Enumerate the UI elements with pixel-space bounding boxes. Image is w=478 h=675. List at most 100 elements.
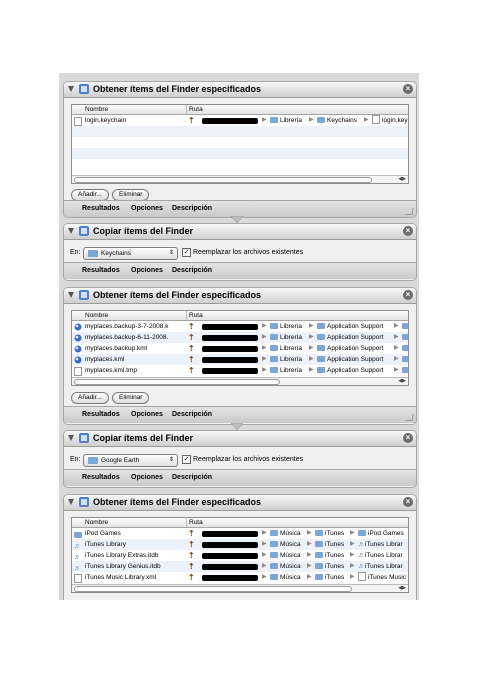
replace-checkbox[interactable]: ✓ (182, 455, 191, 464)
home-path-icon: ⇡ (188, 333, 195, 342)
action-header[interactable]: Copiar ítems del Finder × (64, 431, 416, 447)
document-icon (372, 115, 380, 124)
folder-icon (270, 367, 278, 373)
replace-checkbox[interactable]: ✓ (182, 248, 191, 257)
home-path-icon: ⇡ (188, 529, 195, 538)
destination-popup[interactable]: Keychains ⇕ (83, 247, 178, 260)
google-earth-icon (74, 345, 82, 353)
action-header[interactable]: Copiar ítems del Finder × (64, 224, 416, 240)
table-row[interactable]: myplaces.backup-6-11-2008. ⇡ ▶ Librería ▶ App… (72, 332, 408, 343)
tab-results[interactable]: Resultados (82, 266, 120, 276)
file-name: myplaces.kml.tmp (85, 367, 138, 374)
home-path-icon: ⇡ (188, 573, 195, 582)
action-tab-bar: Resultados Opciones Descripción (64, 406, 416, 423)
close-action-icon[interactable]: × (403, 290, 413, 300)
scroll-arrows-icon[interactable]: ◀▶ (398, 378, 406, 385)
finder-action-icon (79, 497, 89, 507)
action-tab-bar: Resultados Opciones Descripción (64, 200, 416, 217)
table-row[interactable]: ♬ iTunes Library ⇡ ▶ Música ▶ iTunes ▶ ♬iTunes L… (72, 539, 408, 550)
table-row[interactable]: ♬ iTunes Library Genius.itdb ⇡ ▶ Música ▶ iTun… (72, 561, 408, 572)
action-header[interactable]: Obtener ítems del Finder especificados × (64, 288, 416, 304)
action-header[interactable]: Obtener ítems del Finder especificados × (64, 82, 416, 98)
table-row[interactable]: ♬ iTunes Library Extras.itdb ⇡ ▶ Música ▶ iTun… (72, 550, 408, 561)
action-get-finder-items-1: Obtener ítems del Finder especificados ×… (63, 81, 417, 218)
horizontal-scrollbar[interactable]: ◀▶ (72, 584, 408, 592)
add-button[interactable]: Añadir... (71, 392, 109, 404)
horizontal-scrollbar[interactable]: ◀▶ (72, 175, 408, 183)
folder-icon (270, 530, 278, 536)
table-row[interactable]: myplaces.kml ⇡ ▶ Librería ▶ Application Suppo… (72, 354, 408, 365)
disclosure-triangle-icon[interactable] (68, 228, 74, 234)
scrollbar-thumb[interactable] (74, 586, 352, 592)
tab-description[interactable]: Descripción (172, 473, 212, 483)
tab-options[interactable]: Opciones (131, 204, 163, 214)
action-title: Copiar ítems del Finder (93, 226, 194, 236)
tab-results[interactable]: Resultados (82, 204, 120, 214)
remove-button[interactable]: Eliminar (112, 392, 150, 404)
column-header-path[interactable]: Ruta (186, 105, 203, 114)
files-table: Nombre Ruta login.keychain ⇡ ▶ Librería … (71, 104, 409, 184)
redacted-username (202, 531, 258, 537)
folder-icon (317, 345, 325, 351)
folder-icon (402, 323, 408, 329)
tab-options[interactable]: Opciones (131, 473, 163, 483)
file-path: ⇡ ▶ Librería ▶ Keychains ▶ login.key (188, 115, 408, 125)
file-name: myplaces.backup.kml (85, 345, 148, 352)
close-action-icon[interactable]: × (403, 84, 413, 94)
resize-grip-icon[interactable] (405, 414, 414, 421)
table-row[interactable]: myplaces.backup-3-7-2008.k ⇡ ▶ Librería ▶ App… (72, 321, 408, 332)
file-path: ⇡ ▶ Música ▶ iTunes ▶ ♬iTunes Librar (188, 551, 403, 560)
file-name: iTunes Library Genius.itdb (85, 563, 161, 570)
folder-icon (317, 367, 325, 373)
disclosure-triangle-icon[interactable] (68, 292, 74, 298)
close-action-icon[interactable]: × (403, 226, 413, 236)
close-action-icon[interactable]: × (403, 497, 413, 507)
redacted-username (202, 542, 258, 548)
tab-description[interactable]: Descripción (172, 410, 212, 420)
action-tab-bar: Resultados Opciones Descripción (64, 262, 416, 279)
finder-action-icon (79, 84, 89, 94)
google-earth-icon (74, 323, 82, 331)
disclosure-triangle-icon[interactable] (68, 499, 74, 505)
column-header-path[interactable]: Ruta (186, 311, 203, 320)
column-header-name[interactable]: Nombre (85, 105, 108, 114)
folder-icon (317, 323, 325, 329)
scroll-arrows-icon[interactable]: ◀▶ (398, 176, 406, 183)
folder-icon (358, 530, 366, 536)
scrollbar-thumb[interactable] (74, 177, 372, 183)
disclosure-triangle-icon[interactable] (68, 86, 74, 92)
home-path-icon: ⇡ (188, 562, 195, 571)
tab-options[interactable]: Opciones (131, 266, 163, 276)
resize-grip-icon[interactable] (405, 208, 414, 215)
table-row[interactable]: iTunes Music Library.xml ⇡ ▶ Música ▶ iTunes ▶… (72, 572, 408, 583)
table-row[interactable]: myplaces.backup.kml ⇡ ▶ Librería ▶ Applicatio… (72, 343, 408, 354)
table-row[interactable]: login.keychain ⇡ ▶ Librería ▶ Keychains … (72, 115, 408, 126)
tab-description[interactable]: Descripción (172, 266, 212, 276)
itunes-file-icon: ♬ (358, 552, 365, 559)
table-row[interactable]: myplaces.kml.tmp ⇡ ▶ Librería ▶ Application S… (72, 365, 408, 376)
scroll-arrows-icon[interactable]: ◀▶ (398, 585, 406, 592)
itunes-file-icon: ♬ (74, 554, 81, 561)
column-header-path[interactable]: Ruta (186, 518, 203, 527)
destination-label: En: (70, 456, 81, 463)
horizontal-scrollbar[interactable]: ◀▶ (72, 377, 408, 385)
scrollbar-thumb[interactable] (74, 379, 280, 385)
tab-description[interactable]: Descripción (172, 204, 212, 214)
column-header-name[interactable]: Nombre (85, 311, 108, 320)
redacted-username (202, 357, 258, 363)
tab-results[interactable]: Resultados (82, 473, 120, 483)
column-header-name[interactable]: Nombre (85, 518, 108, 527)
action-header[interactable]: Obtener ítems del Finder especificados × (64, 495, 416, 511)
destination-popup[interactable]: Google Earth ⇕ (83, 454, 178, 467)
folder-icon (270, 356, 278, 362)
folder-icon (88, 457, 98, 464)
action-title: Obtener ítems del Finder especificados (93, 497, 262, 507)
folder-icon (270, 563, 278, 569)
disclosure-triangle-icon[interactable] (68, 435, 74, 441)
file-path: ⇡ ▶ Librería ▶ Application Support ▶ (186, 365, 408, 376)
folder-icon (74, 532, 82, 538)
tab-options[interactable]: Opciones (131, 410, 163, 420)
close-action-icon[interactable]: × (403, 433, 413, 443)
tab-results[interactable]: Resultados (82, 410, 120, 420)
table-row[interactable]: iPod Games ⇡ ▶ Música ▶ iTunes ▶ iPod Games (72, 528, 408, 539)
